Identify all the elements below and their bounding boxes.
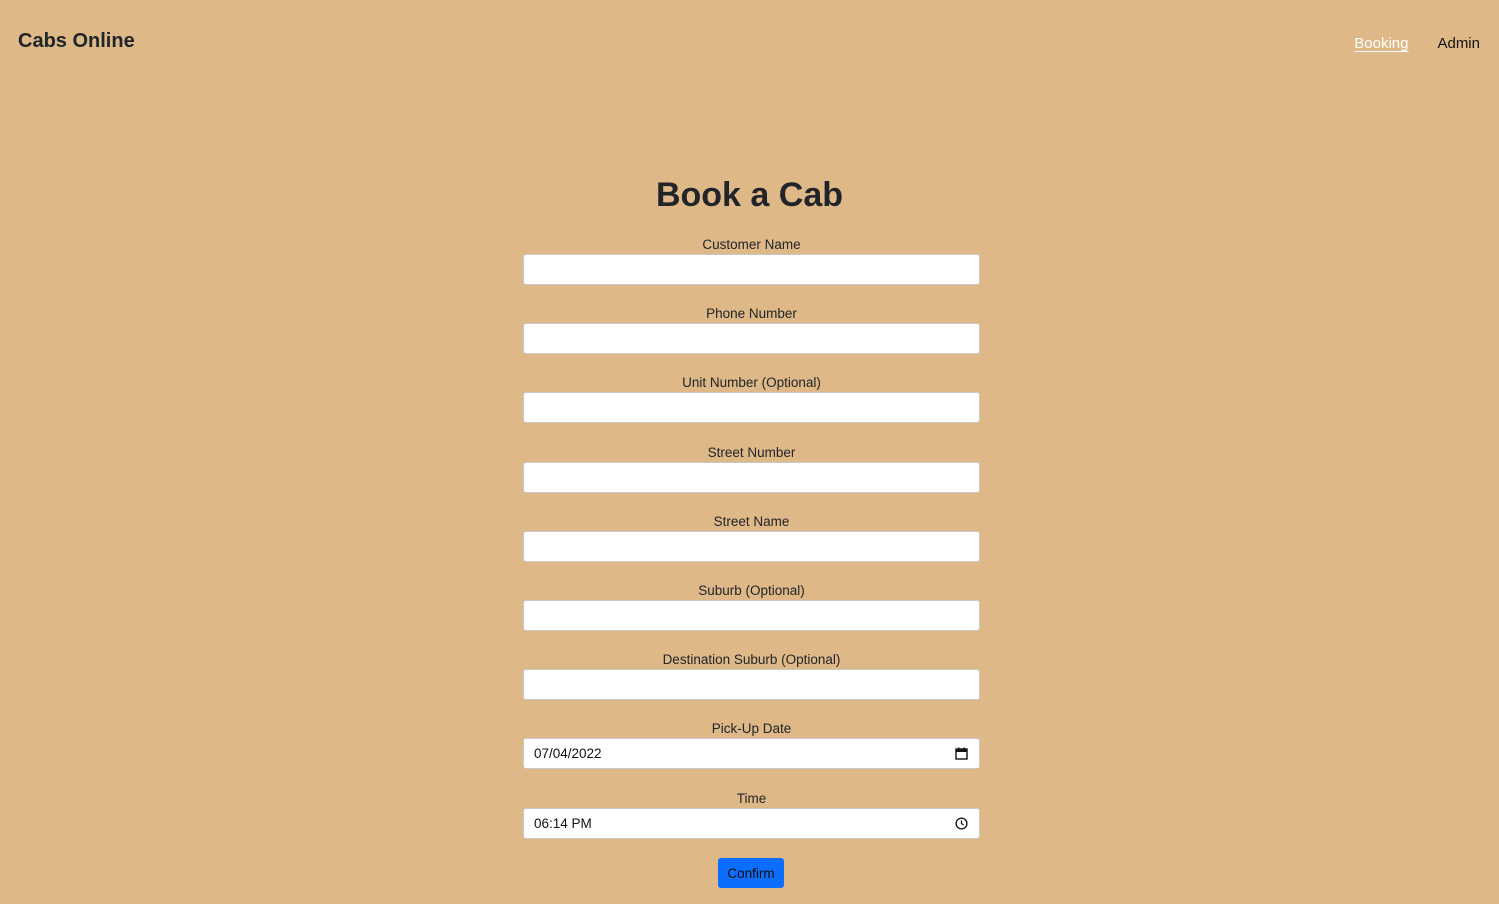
- time-field: Time: [523, 790, 980, 859]
- time-input[interactable]: [534, 808, 969, 838]
- clock-icon[interactable]: [955, 816, 968, 830]
- unit-number-field: Unit Number (Optional): [523, 374, 980, 443]
- destination-suburb-input[interactable]: [534, 670, 969, 700]
- customer-name-label: Customer Name: [702, 237, 801, 252]
- street-number-field: Street Number: [523, 444, 980, 513]
- calendar-icon[interactable]: [955, 747, 968, 761]
- unit-number-box: [523, 392, 980, 424]
- suburb-label: Suburb (Optional): [698, 582, 805, 598]
- unit-number-label: Unit Number (Optional): [682, 375, 821, 391]
- street-number-input[interactable]: [534, 462, 969, 492]
- street-number-box: [523, 461, 980, 493]
- destination-suburb-field: Destination Suburb (Optional): [523, 651, 980, 720]
- phone-number-field: Phone Number: [523, 305, 980, 374]
- destination-suburb-box: [523, 669, 980, 701]
- confirm-button[interactable]: Confirm: [718, 858, 784, 888]
- brand-logo-text[interactable]: Cabs Online: [18, 29, 135, 53]
- pickup-date-input[interactable]: [534, 739, 969, 769]
- nav-link-booking[interactable]: Booking: [1354, 34, 1408, 54]
- top-navbar: Cabs Online Booking Admin: [0, 0, 1499, 80]
- street-number-label: Street Number: [707, 444, 796, 460]
- time-box: [523, 807, 980, 839]
- phone-number-label: Phone Number: [706, 306, 797, 322]
- customer-name-box: [523, 254, 980, 285]
- phone-number-input[interactable]: [534, 324, 969, 354]
- street-name-input[interactable]: [534, 531, 969, 561]
- customer-name-field: Customer Name: [523, 236, 980, 305]
- suburb-field: Suburb (Optional): [523, 582, 980, 651]
- pickup-date-label: Pick-Up Date: [711, 721, 792, 737]
- pickup-date-box: [523, 738, 980, 770]
- suburb-box: [523, 599, 980, 631]
- time-label: Time: [736, 790, 767, 806]
- confirm-button-wrap: Confirm: [718, 858, 784, 888]
- customer-name-input[interactable]: [534, 255, 969, 284]
- unit-number-input[interactable]: [534, 393, 969, 423]
- street-name-label: Street Name: [713, 513, 790, 529]
- main-nav: Booking Admin: [1354, 34, 1480, 54]
- booking-form: Customer Name Phone Number Unit Number (…: [523, 236, 980, 859]
- nav-link-admin[interactable]: Admin: [1437, 34, 1480, 54]
- suburb-input[interactable]: [534, 600, 969, 630]
- page-title: Book a Cab: [655, 176, 844, 214]
- street-name-box: [523, 530, 980, 562]
- destination-suburb-label: Destination Suburb (Optional): [662, 652, 841, 668]
- street-name-field: Street Name: [523, 513, 980, 582]
- phone-number-box: [523, 323, 980, 355]
- pickup-date-field: Pick-Up Date: [523, 720, 980, 789]
